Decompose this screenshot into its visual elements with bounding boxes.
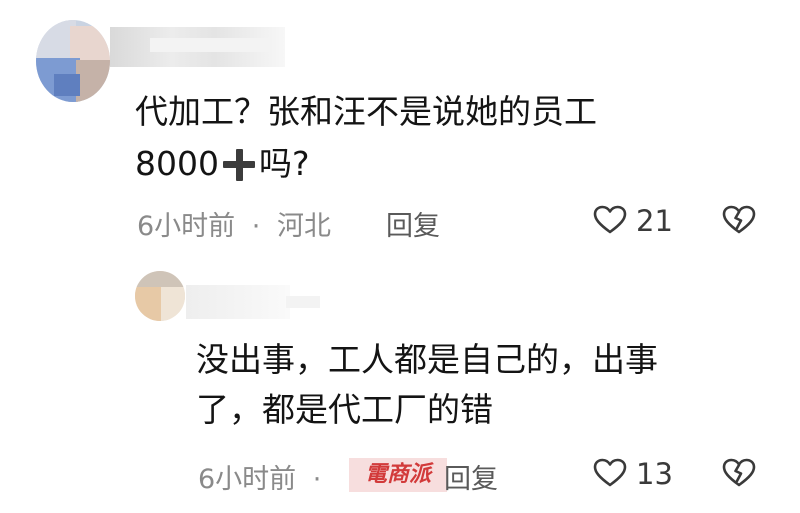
comment-line: 没出事，工人都是自己的，出事: [196, 340, 658, 379]
username-blur-overlay: [286, 296, 320, 308]
reply-button[interactable]: 回复: [444, 457, 498, 496]
comment-time: 6小时前: [137, 211, 236, 242]
comment-line: 代加工？张和汪不是说她的员工: [135, 92, 597, 131]
meta-separator: ·: [312, 464, 322, 495]
watermark: 電商派: [349, 458, 447, 492]
heart-outline-icon: [593, 205, 627, 234]
comment-meta: 6小时前 ·: [198, 457, 329, 496]
plus-emoji-icon: [221, 149, 257, 181]
dislike-button[interactable]: [722, 458, 756, 492]
like-count: 21: [636, 204, 673, 238]
comment-time: 6小时前: [198, 464, 297, 495]
comment-text: 代加工？张和汪不是说她的员工 8000 吗?: [135, 86, 775, 190]
dislike-button[interactable]: [722, 205, 756, 239]
like-count: 13: [636, 457, 673, 491]
broken-heart-icon: [722, 205, 756, 234]
like-button[interactable]: [593, 205, 627, 239]
comment-meta: 6小时前 · 河北: [137, 204, 331, 243]
heart-outline-icon: [593, 458, 627, 487]
username-blurred[interactable]: [186, 285, 290, 319]
comment-text: 没出事，工人都是自己的，出事 了，都是代工厂的错: [196, 335, 776, 435]
like-button[interactable]: [593, 458, 627, 492]
avatar[interactable]: [135, 271, 185, 321]
comment-line: 8000 吗?: [135, 138, 775, 190]
comment-line: 了，都是代工厂的错: [196, 390, 493, 429]
comment-location: 河北: [276, 211, 331, 242]
comment-text-part: 吗?: [258, 144, 310, 183]
avatar[interactable]: [36, 20, 110, 102]
comment-text-part: 8000: [135, 144, 219, 183]
username-blur-overlay: [150, 38, 270, 52]
broken-heart-icon: [722, 458, 756, 487]
meta-separator: ·: [251, 211, 261, 242]
reply-button[interactable]: 回复: [386, 204, 440, 243]
